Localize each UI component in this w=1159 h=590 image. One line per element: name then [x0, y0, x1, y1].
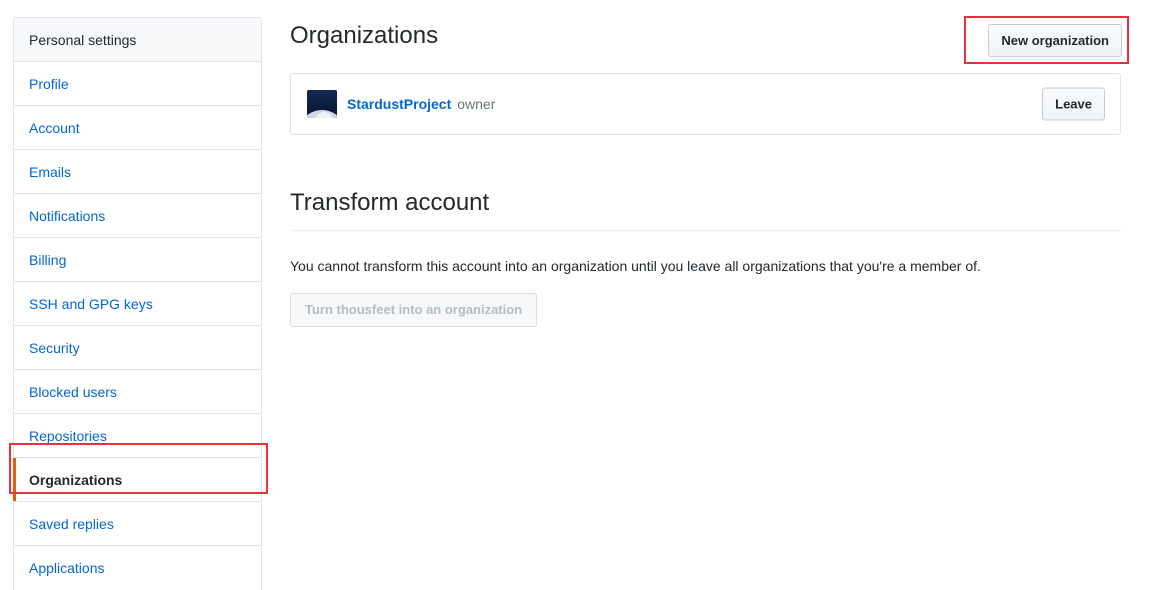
organization-avatar-icon	[307, 90, 337, 118]
sidebar-item-label: Billing	[29, 252, 67, 268]
transform-account-note: You cannot transform this account into a…	[290, 258, 981, 275]
sidebar-header: Personal settings	[14, 18, 261, 62]
personal-settings-sidebar: Personal settings Profile Account Emails…	[13, 17, 262, 590]
sidebar-item-label: Applications	[29, 560, 105, 576]
page-header: Organizations New organization	[290, 0, 1122, 66]
organization-role: owner	[457, 96, 496, 112]
organization-row: StardustProject owner Leave	[291, 74, 1120, 134]
sidebar-item-emails[interactable]: Emails	[14, 150, 261, 194]
sidebar-item-notifications[interactable]: Notifications	[14, 194, 261, 238]
new-organization-button[interactable]: New organization	[988, 24, 1122, 57]
sidebar-item-billing[interactable]: Billing	[14, 238, 261, 282]
sidebar-item-ssh-and-gpg-keys[interactable]: SSH and GPG keys	[14, 282, 261, 326]
sidebar-item-label: Organizations	[29, 472, 123, 488]
sidebar-item-security[interactable]: Security	[14, 326, 261, 370]
sidebar-item-organizations[interactable]: Organizations	[13, 458, 261, 502]
settings-page: Personal settings Profile Account Emails…	[0, 0, 1159, 590]
organization-name-link[interactable]: StardustProject	[347, 96, 451, 112]
sidebar-item-repositories[interactable]: Repositories	[14, 414, 261, 458]
organization-card: StardustProject owner Leave	[290, 73, 1121, 135]
sidebar-item-account[interactable]: Account	[14, 106, 261, 150]
turn-into-organization-button: Turn thousfeet into an organization	[290, 293, 538, 328]
organizations-main-content: Organizations New organization StardustP…	[290, 0, 1122, 328]
sidebar-item-blocked-users[interactable]: Blocked users	[14, 370, 261, 414]
sidebar-item-label: Blocked users	[29, 384, 117, 400]
sidebar-item-saved-replies[interactable]: Saved replies	[14, 502, 261, 546]
sidebar-item-applications[interactable]: Applications	[14, 546, 261, 590]
sidebar-item-label: Emails	[29, 164, 72, 180]
sidebar-item-label: Repositories	[29, 428, 107, 444]
leave-organization-button[interactable]: Leave	[1042, 87, 1105, 121]
sidebar-item-label: SSH and GPG keys	[29, 296, 153, 312]
sidebar-item-label: Security	[29, 340, 80, 356]
transform-account-title: Transform account	[290, 189, 1121, 232]
sidebar-item-label: Saved replies	[29, 516, 114, 532]
transform-account-section: Transform account You cannot transform t…	[290, 189, 1121, 328]
sidebar-item-label: Account	[29, 120, 80, 136]
sidebar-item-label: Notifications	[29, 208, 106, 224]
sidebar-item-label: Profile	[29, 76, 69, 92]
sidebar-item-profile[interactable]: Profile	[14, 62, 261, 106]
page-title: Organizations	[290, 22, 439, 49]
